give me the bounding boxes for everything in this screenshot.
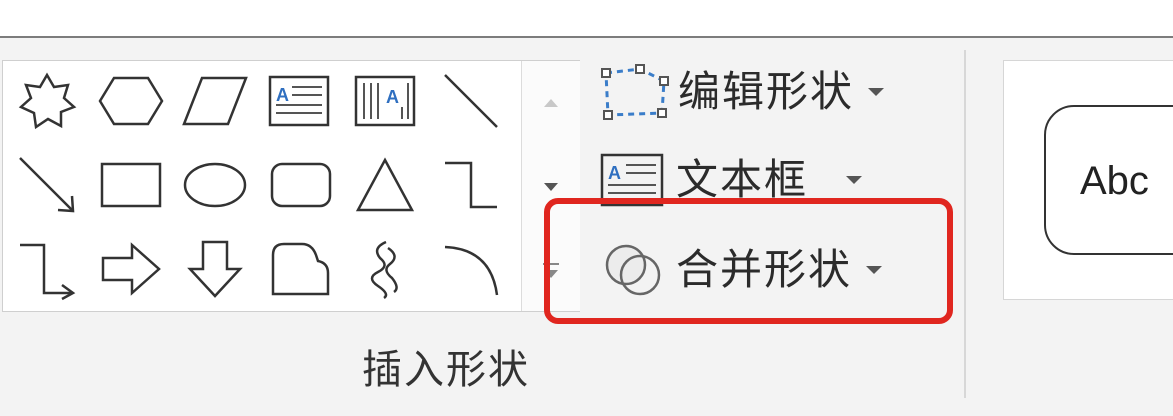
freeform-scribble-shape-icon[interactable] <box>345 229 425 309</box>
line-shape-icon[interactable] <box>431 61 511 141</box>
oval-shape-icon[interactable] <box>175 145 255 225</box>
text-box-button[interactable]: A 文本框 <box>600 150 863 210</box>
merge-shapes-button[interactable]: 合并形状 <box>600 240 883 300</box>
shape-style-preview-text: Abc <box>1080 159 1149 203</box>
text-box-label: 文本框 <box>676 155 809 204</box>
expand-gallery-icon <box>543 263 559 278</box>
scroll-up-button[interactable] <box>522 61 580 145</box>
text-box-dropdown-icon <box>846 176 863 184</box>
svg-text:A: A <box>608 163 621 183</box>
elbow-connector-shape-icon[interactable] <box>431 145 511 225</box>
snip-rectangle-shape-icon[interactable] <box>261 229 341 309</box>
scroll-down-button[interactable] <box>522 145 580 229</box>
gallery-scrollbar[interactable] <box>521 61 580 311</box>
insert-shapes-group-label: 插入形状 <box>362 347 530 393</box>
chevron-up-icon <box>544 99 558 107</box>
edit-shape-label: 编辑形状 <box>678 67 855 116</box>
edit-shape-icon <box>601 64 669 120</box>
elbow-arrow-connector-shape-icon[interactable] <box>7 229 87 309</box>
hexagon-shape-icon[interactable] <box>91 61 171 141</box>
more-shapes-button[interactable] <box>522 229 580 311</box>
title-bar <box>0 0 1173 38</box>
svg-text:A: A <box>386 87 399 107</box>
parallelogram-shape-icon[interactable] <box>175 61 255 141</box>
edit-shape-button[interactable]: 编辑形状 <box>600 62 885 122</box>
rectangle-shape-icon[interactable] <box>91 145 171 225</box>
svg-text:A: A <box>276 85 289 105</box>
edit-shape-dropdown-icon <box>868 88 885 96</box>
merge-shapes-icon <box>605 244 661 296</box>
vertical-text-box-icon[interactable]: A <box>345 61 425 141</box>
star-shape-icon[interactable] <box>7 61 87 141</box>
chevron-down-icon <box>544 183 558 191</box>
text-box-icon: A <box>600 153 664 207</box>
horizontal-text-box-icon[interactable]: A <box>259 61 339 141</box>
group-divider <box>964 50 966 398</box>
arrow-line-shape-icon[interactable] <box>7 145 87 225</box>
triangle-shape-icon[interactable] <box>345 145 425 225</box>
arc-shape-icon[interactable] <box>431 229 511 309</box>
right-arrow-shape-icon[interactable] <box>91 229 171 309</box>
merge-shapes-label: 合并形状 <box>676 245 853 294</box>
rounded-rectangle-shape-icon[interactable] <box>261 145 341 225</box>
merge-shapes-dropdown-icon <box>866 266 883 274</box>
shape-styles-gallery: Abc <box>1003 60 1173 300</box>
shapes-gallery: A A <box>2 60 580 312</box>
down-arrow-shape-icon[interactable] <box>175 229 255 309</box>
